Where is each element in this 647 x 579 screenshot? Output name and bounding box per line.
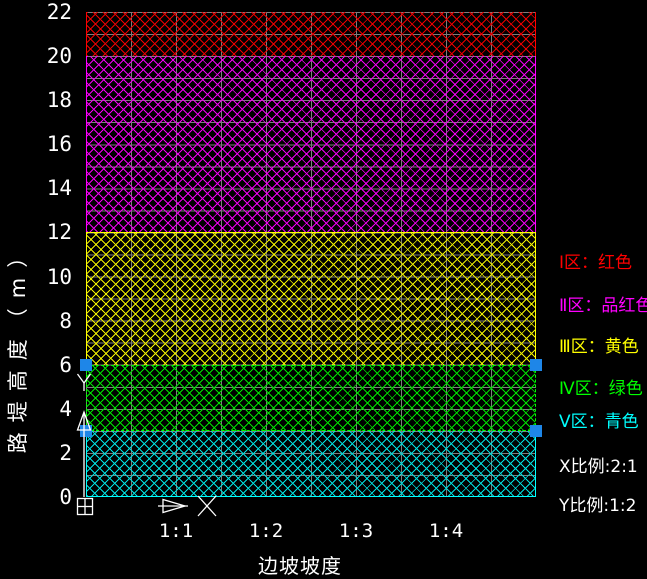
grip-right-3m[interactable]: [530, 425, 542, 437]
grip-left-6m[interactable]: [80, 359, 92, 371]
y-tick-14: 14: [28, 176, 72, 200]
y-scale-note: Y比例:1:2: [559, 495, 636, 517]
y-axis-title: 路堤高度（m）: [2, 237, 32, 453]
legend-item-zone1: Ⅰ区：红色: [559, 252, 632, 274]
zone-1-red-hatch[interactable]: [86, 12, 536, 56]
y-tick-8: 8: [28, 309, 72, 333]
y-tick-16: 16: [28, 132, 72, 156]
y-tick-2: 2: [28, 441, 72, 465]
x-tick-1-2: 1:2: [231, 519, 301, 543]
x-tick-1-3: 1:3: [321, 519, 391, 543]
y-tick-18: 18: [28, 88, 72, 112]
y-tick-12: 12: [28, 220, 72, 244]
x-tick-1-4: 1:4: [411, 519, 481, 543]
y-tick-6: 6: [28, 353, 72, 377]
y-tick-10: 10: [28, 265, 72, 289]
legend-item-zone4: Ⅳ区：绿色: [559, 378, 643, 400]
x-axis-title: 边坡坡度: [230, 550, 370, 579]
grip-left-3m[interactable]: [80, 425, 92, 437]
x-tick-1-1: 1:1: [141, 519, 211, 543]
legend-item-zone5: Ⅴ区：青色: [559, 411, 639, 433]
ucs-x-label-icon: [198, 496, 216, 516]
cad-chart-canvas: 22 20 18 16 14 12 10 8 6 4 2 0 1:1 1:2 1…: [0, 0, 647, 579]
y-tick-20: 20: [28, 44, 72, 68]
zone-3-yellow-hatch[interactable]: [86, 232, 536, 365]
ucs-origin-box-icon: [78, 499, 93, 515]
zone-5-cyan-hatch[interactable]: [86, 431, 536, 497]
y-tick-22: 22: [28, 0, 72, 24]
legend-item-zone2: Ⅱ区：品红色: [559, 295, 647, 317]
x-scale-note: X比例:2:1: [559, 456, 638, 478]
grip-right-6m[interactable]: [530, 359, 542, 371]
zone-4-green-hatch-selected[interactable]: [86, 365, 536, 431]
y-tick-0: 0: [28, 485, 72, 509]
plot-area: [86, 12, 536, 497]
zone-2-magenta-hatch[interactable]: [86, 56, 536, 232]
legend-item-zone3: Ⅲ区：黄色: [559, 336, 639, 358]
ucs-x-arrow-icon: [158, 500, 188, 513]
y-tick-4: 4: [28, 397, 72, 421]
